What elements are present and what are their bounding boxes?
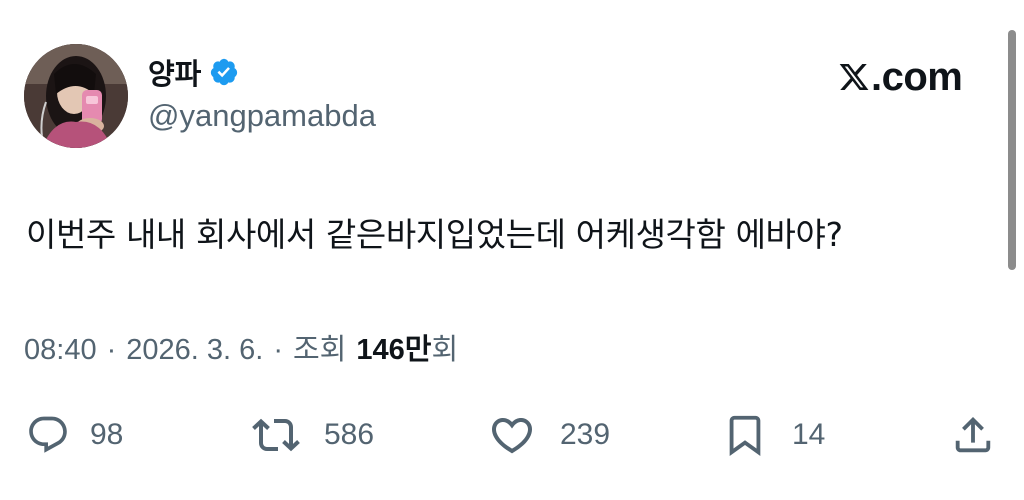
x-logo-icon <box>839 64 869 90</box>
bookmark-icon <box>729 415 761 456</box>
repost-icon <box>252 418 300 452</box>
repost-count: 586 <box>324 418 375 451</box>
tweet-text: 이번주 내내 회사에서 같은바지입었는데 어케생각함 에바야? <box>26 215 843 254</box>
share-button[interactable] <box>950 408 996 462</box>
reply-count: 98 <box>90 418 124 451</box>
author-name-row: 양파 <box>148 50 239 94</box>
tweet-date[interactable]: 2026. 3. 6. <box>126 334 263 367</box>
views-count[interactable]: 146만 <box>356 326 431 368</box>
verified-badge-icon <box>209 57 239 87</box>
views-suffix-label: 회 <box>431 334 459 366</box>
scrollbar[interactable] <box>1008 30 1016 270</box>
tweet-time[interactable]: 08:40 <box>24 334 97 367</box>
like-count: 239 <box>560 418 611 451</box>
tweet-actions: 98 586 239 14 <box>0 408 1024 462</box>
brand-logo: .com <box>838 54 963 100</box>
views-prefix-label: 조회 <box>292 334 347 366</box>
meta-separator: · <box>106 334 117 366</box>
reply-icon <box>29 416 67 453</box>
tweet-meta: 08:40 · 2026. 3. 6. · 조회 146만 회 <box>24 326 458 368</box>
brand-domain-label: .com <box>871 54 963 99</box>
like-button[interactable]: 239 <box>488 408 610 462</box>
avatar-image <box>24 44 128 148</box>
heart-icon <box>491 418 533 454</box>
display-name[interactable]: 양파 <box>148 51 201 93</box>
share-icon <box>955 416 991 453</box>
bookmark-count: 14 <box>792 418 826 451</box>
bookmark-button[interactable]: 14 <box>722 408 825 462</box>
avatar[interactable] <box>24 44 128 148</box>
author-handle[interactable]: @yangpamabda <box>148 98 376 134</box>
repost-button[interactable]: 586 <box>252 408 374 462</box>
reply-button[interactable]: 98 <box>26 408 123 462</box>
tweet-card: 양파 @yangpamabda .com 이번주 내내 회사에서 같은바지입었는… <box>0 0 1024 500</box>
meta-separator: · <box>273 334 283 366</box>
